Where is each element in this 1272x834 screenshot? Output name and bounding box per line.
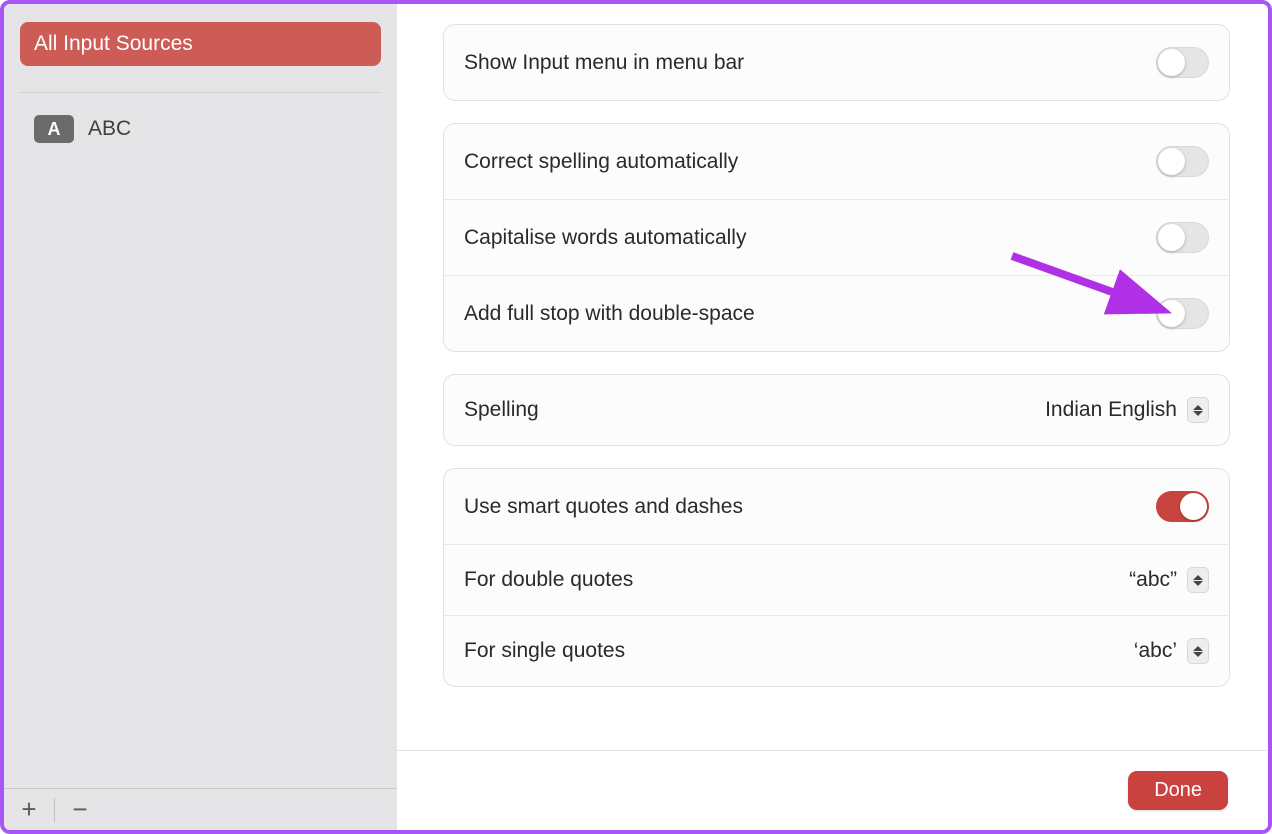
dropdown-value-text: Indian English (1045, 398, 1177, 422)
dropdown-double-quotes[interactable]: “abc” (1129, 567, 1209, 593)
toggle-knob (1158, 300, 1185, 327)
remove-source-button[interactable]: − (55, 789, 105, 830)
minus-icon: − (72, 794, 87, 825)
row-add-full-stop: Add full stop with double-space (444, 275, 1229, 351)
row-label: Spelling (464, 398, 1045, 422)
row-label: For double quotes (464, 568, 1129, 592)
settings-group-quotes: Use smart quotes and dashes For double q… (443, 468, 1230, 687)
toggle-capitalise-words[interactable] (1156, 222, 1209, 253)
dropdown-value-text: “abc” (1129, 568, 1177, 592)
row-show-input-menu: Show Input menu in menu bar (444, 25, 1229, 100)
row-label: For single quotes (464, 639, 1134, 663)
row-label: Show Input menu in menu bar (464, 51, 1156, 75)
row-correct-spelling: Correct spelling automatically (444, 124, 1229, 199)
plus-icon: + (21, 794, 36, 825)
settings-group-autocorrect: Correct spelling automatically Capitalis… (443, 123, 1230, 352)
keyboard-a-icon: A (34, 115, 74, 143)
chevron-up-down-icon (1187, 567, 1209, 593)
sidebar-item-abc[interactable]: A ABC (20, 111, 381, 147)
sidebar-top: All Input Sources A ABC (4, 4, 397, 788)
toggle-add-full-stop[interactable] (1156, 298, 1209, 329)
chevron-up-down-icon (1187, 397, 1209, 423)
done-button[interactable]: Done (1128, 771, 1228, 810)
row-label: Use smart quotes and dashes (464, 495, 1156, 519)
sidebar-all-input-sources[interactable]: All Input Sources (20, 22, 381, 66)
row-single-quotes: For single quotes ‘abc’ (444, 615, 1229, 686)
row-label: Capitalise words automatically (464, 226, 1156, 250)
toggle-correct-spelling[interactable] (1156, 146, 1209, 177)
row-label: Add full stop with double-space (464, 302, 1156, 326)
sidebar-divider (20, 92, 381, 93)
add-source-button[interactable]: + (4, 789, 54, 830)
toggle-knob (1158, 224, 1185, 251)
dropdown-spelling[interactable]: Indian English (1045, 397, 1209, 423)
toggle-smart-quotes[interactable] (1156, 491, 1209, 522)
sidebar: All Input Sources A ABC + − (4, 4, 397, 830)
row-spelling: Spelling Indian English (444, 375, 1229, 445)
sidebar-controls: + − (4, 788, 397, 830)
toggle-knob (1158, 49, 1185, 76)
dropdown-single-quotes[interactable]: ‘abc’ (1134, 638, 1209, 664)
sidebar-item-label: ABC (88, 117, 131, 141)
settings-group-input-menu: Show Input menu in menu bar (443, 24, 1230, 101)
row-double-quotes: For double quotes “abc” (444, 544, 1229, 615)
settings-scroll-area: Show Input menu in menu bar Correct spel… (397, 4, 1268, 750)
main-content: Show Input menu in menu bar Correct spel… (397, 4, 1268, 830)
toggle-show-input-menu[interactable] (1156, 47, 1209, 78)
row-smart-quotes: Use smart quotes and dashes (444, 469, 1229, 544)
row-label: Correct spelling automatically (464, 150, 1156, 174)
settings-group-spelling: Spelling Indian English (443, 374, 1230, 446)
toggle-knob (1158, 148, 1185, 175)
footer: Done (397, 750, 1268, 830)
chevron-up-down-icon (1187, 638, 1209, 664)
toggle-knob (1180, 493, 1207, 520)
row-capitalise-words: Capitalise words automatically (444, 199, 1229, 275)
dropdown-value-text: ‘abc’ (1134, 639, 1177, 663)
